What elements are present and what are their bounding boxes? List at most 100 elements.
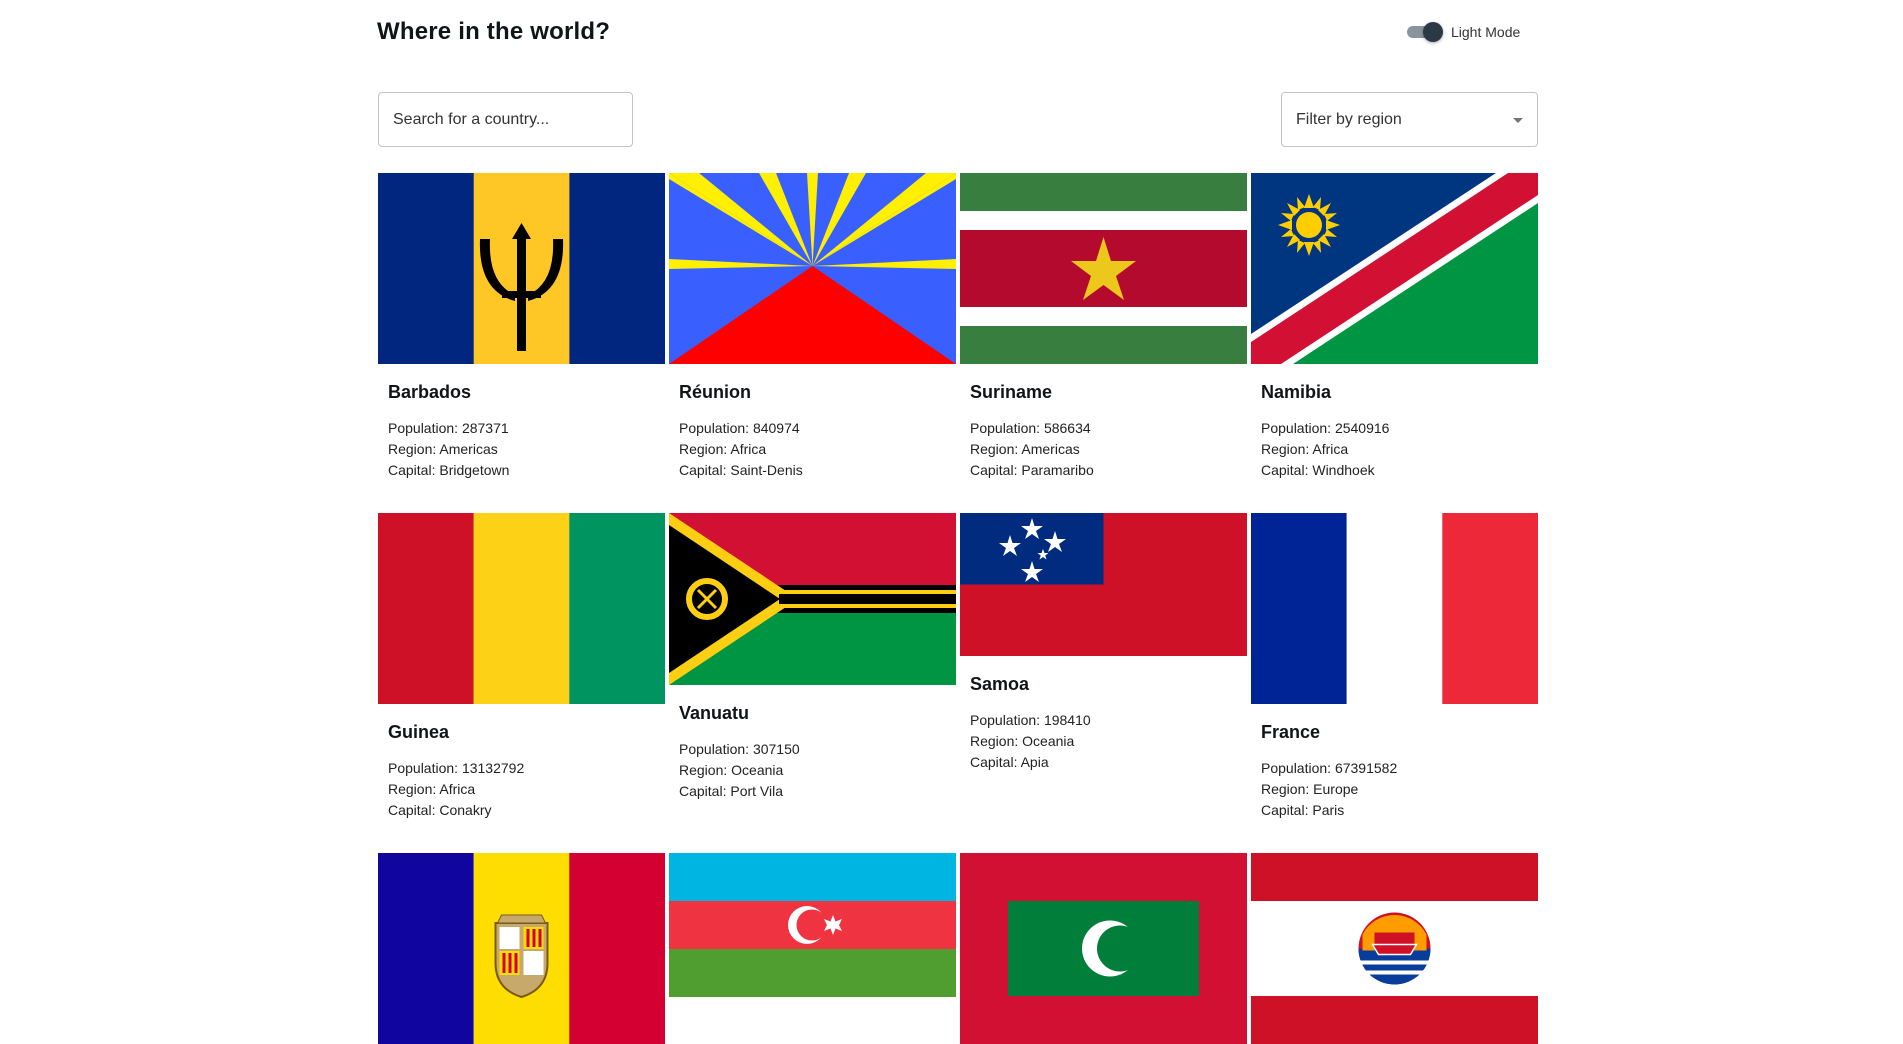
flag-image[interactable] bbox=[669, 853, 956, 997]
population-value: 586634 bbox=[1043, 420, 1091, 436]
theme-toggle[interactable]: Light Mode bbox=[1405, 22, 1520, 42]
reunion-flag-icon bbox=[669, 173, 956, 364]
country-card[interactable]: Guinea Population: 13132792 Region: Afri… bbox=[378, 513, 665, 829]
capital-line: Capital: Port Vila bbox=[679, 783, 784, 799]
country-card[interactable] bbox=[378, 853, 665, 1044]
country-card[interactable]: Samoa Population: 198410 Region: Oceania… bbox=[960, 513, 1247, 829]
region-filter-select[interactable]: Filter by region bbox=[1281, 92, 1538, 147]
country-name: Namibia bbox=[1261, 382, 1332, 402]
flag-image[interactable] bbox=[669, 173, 956, 364]
mode-label: Light Mode bbox=[1451, 24, 1521, 40]
region-line: Region: Africa bbox=[1261, 441, 1349, 457]
region-value: Africa bbox=[439, 781, 476, 797]
capital-value: Port Vila bbox=[730, 783, 784, 799]
population-line: Population: 840974 bbox=[679, 420, 800, 436]
country-card[interactable]: Namibia Population: 2540916 Region: Afri… bbox=[1251, 173, 1538, 489]
population-line: Population: 287371 bbox=[388, 420, 509, 436]
population-value: 13132792 bbox=[461, 760, 525, 776]
capital-value: Windhoek bbox=[1312, 462, 1375, 478]
guinea-flag-icon bbox=[378, 513, 665, 704]
capital-value: Apia bbox=[1020, 754, 1049, 770]
flag-image[interactable] bbox=[960, 853, 1247, 1044]
filter-label: Filter by region bbox=[1296, 110, 1402, 128]
flag-image[interactable] bbox=[378, 853, 665, 1044]
card-body: Namibia Population: 2540916 Region: Afri… bbox=[1251, 364, 1538, 489]
capital-line: Capital: Saint-Denis bbox=[679, 462, 803, 478]
region-value: Americas bbox=[1021, 441, 1080, 457]
capital-line: Capital: Bridgetown bbox=[388, 462, 510, 478]
population-value: 287371 bbox=[461, 420, 509, 436]
region-line: Region: Oceania bbox=[679, 762, 784, 778]
population-line: Population: 67391582 bbox=[1261, 760, 1398, 776]
country-card[interactable]: Réunion Population: 840974 Region: Afric… bbox=[669, 173, 956, 489]
population-line: Population: 2540916 bbox=[1261, 420, 1390, 436]
country-name: Réunion bbox=[679, 382, 751, 402]
capital-line: Capital: Apia bbox=[970, 754, 1049, 770]
card-body: Suriname Population: 586634 Region: Amer… bbox=[960, 364, 1247, 489]
barbados-flag-icon bbox=[378, 173, 665, 364]
samoa-flag-icon bbox=[960, 513, 1247, 656]
suriname-flag-icon bbox=[960, 173, 1247, 364]
capital-line: Capital: Paris bbox=[1261, 802, 1345, 818]
capital-value: Paris bbox=[1312, 802, 1345, 818]
region-value: Americas bbox=[439, 441, 498, 457]
toggle-thumb[interactable] bbox=[1423, 22, 1443, 42]
flag-image[interactable] bbox=[378, 173, 665, 364]
country-card[interactable]: Barbados Population: 287371 Region: Amer… bbox=[378, 173, 665, 489]
country-card[interactable]: Vanuatu Population: 307150 Region: Ocean… bbox=[669, 513, 956, 829]
card-body: Réunion Population: 840974 Region: Afric… bbox=[669, 364, 956, 489]
region-line: Region: Europe bbox=[1261, 781, 1359, 797]
region-value: Europe bbox=[1313, 781, 1359, 797]
region-line: Region: Africa bbox=[679, 441, 767, 457]
flag-image[interactable] bbox=[378, 513, 665, 704]
card-body: Guinea Population: 13132792 Region: Afri… bbox=[378, 704, 665, 829]
population-value: 2540916 bbox=[1334, 420, 1390, 436]
region-line: Region: Africa bbox=[388, 781, 476, 797]
card-body: France Population: 67391582 Region: Euro… bbox=[1251, 704, 1538, 829]
french-polynesia-flag-icon bbox=[1251, 853, 1538, 1044]
country-card[interactable]: France Population: 67391582 Region: Euro… bbox=[1251, 513, 1538, 829]
capital-line: Capital: Windhoek bbox=[1261, 462, 1375, 478]
search-input[interactable] bbox=[393, 110, 613, 129]
flag-image[interactable] bbox=[1251, 513, 1538, 704]
region-value: Oceania bbox=[1022, 733, 1075, 749]
chevron-down-icon[interactable] bbox=[1513, 118, 1523, 123]
flag-image[interactable] bbox=[1251, 173, 1538, 364]
vanuatu-flag-icon bbox=[669, 513, 956, 685]
country-name: Vanuatu bbox=[679, 703, 750, 723]
flag-image[interactable] bbox=[669, 513, 956, 685]
population-value: 198410 bbox=[1043, 712, 1091, 728]
card-body: Vanuatu Population: 307150 Region: Ocean… bbox=[669, 685, 956, 810]
population-value: 307150 bbox=[752, 741, 800, 757]
country-name: Guinea bbox=[388, 722, 450, 742]
region-line: Region: Americas bbox=[388, 441, 498, 457]
flag-image[interactable] bbox=[960, 173, 1247, 364]
azerbaijan-flag-icon bbox=[669, 853, 956, 997]
capital-value: Saint-Denis bbox=[730, 462, 803, 478]
andorra-flag-icon bbox=[378, 853, 665, 1044]
country-grid: Barbados Population: 287371 Region: Amer… bbox=[378, 173, 1538, 1044]
flag-image[interactable] bbox=[960, 513, 1247, 656]
region-value: Africa bbox=[730, 441, 767, 457]
maldives-flag-icon bbox=[960, 853, 1247, 1044]
country-name: Samoa bbox=[970, 674, 1030, 694]
country-name: France bbox=[1261, 722, 1321, 742]
population-value: 840974 bbox=[752, 420, 800, 436]
country-card[interactable] bbox=[669, 853, 956, 1044]
country-card[interactable]: Suriname Population: 586634 Region: Amer… bbox=[960, 173, 1247, 489]
page-title: Where in the world? bbox=[377, 18, 611, 45]
population-line: Population: 586634 bbox=[970, 420, 1091, 436]
capital-line: Capital: Paramaribo bbox=[970, 462, 1094, 478]
toggle-switch[interactable] bbox=[1405, 22, 1443, 42]
search-box[interactable] bbox=[378, 92, 633, 147]
capital-value: Paramaribo bbox=[1021, 462, 1094, 478]
card-body: Barbados Population: 287371 Region: Amer… bbox=[378, 364, 665, 489]
population-value: 67391582 bbox=[1334, 760, 1398, 776]
population-line: Population: 13132792 bbox=[388, 760, 525, 776]
flag-image[interactable] bbox=[1251, 853, 1538, 1044]
country-name: Barbados bbox=[388, 382, 472, 402]
country-card[interactable] bbox=[1251, 853, 1538, 1044]
region-line: Region: Americas bbox=[970, 441, 1080, 457]
capital-value: Bridgetown bbox=[439, 462, 510, 478]
country-card[interactable] bbox=[960, 853, 1247, 1044]
